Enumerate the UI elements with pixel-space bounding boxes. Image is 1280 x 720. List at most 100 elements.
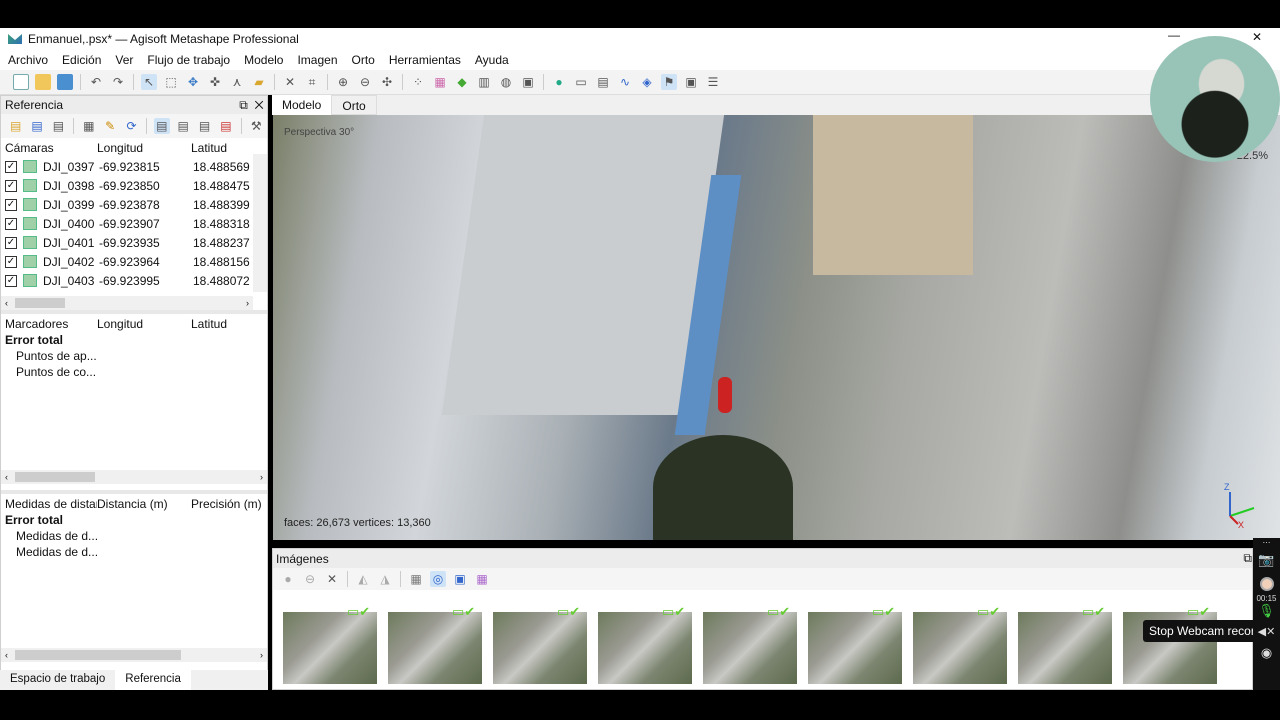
disable-icon[interactable]: ⊖ [302,571,318,587]
camera-checkbox[interactable]: ✓ [5,274,17,287]
menu-ver[interactable]: Ver [115,53,133,67]
redo-icon[interactable]: ↷ [110,74,126,90]
dense-icon[interactable]: ▦ [432,74,448,90]
tiled-icon[interactable]: ▥ [476,74,492,90]
image-thumbnail[interactable] [703,612,797,684]
image-icon[interactable]: ▤ [595,74,611,90]
camera-row[interactable]: ✓ DJI_0399 -69.923878 18.488399 [1,195,267,214]
save-icon[interactable] [57,74,73,90]
float-icon[interactable]: ⧉ [1243,551,1252,566]
globe-icon[interactable]: ● [551,74,567,90]
tab-model[interactable]: Modelo [272,95,332,115]
view-source-icon[interactable]: ▤ [154,118,170,134]
reset-view-icon[interactable]: ✣ [379,74,395,90]
vertical-scrollbar[interactable] [253,154,267,292]
delete-icon[interactable]: ✕ [282,74,298,90]
measures-item[interactable]: Medidas de d... [1,545,267,561]
camera-checkbox[interactable]: ✓ [5,160,17,173]
curve-icon[interactable]: ∿ [617,74,633,90]
view-variance-icon[interactable]: ▤ [218,118,233,134]
open-icon[interactable] [35,74,51,90]
camera-checkbox[interactable]: ✓ [5,179,17,192]
edit-icon[interactable]: ✎ [102,118,117,134]
rect-select-icon[interactable]: ⬚ [163,74,179,90]
horizontal-scrollbar[interactable]: ‹ › [1,470,267,484]
image-thumbnail[interactable] [808,612,902,684]
settings-icon[interactable]: ⚒ [249,118,264,134]
camera-row[interactable]: ✓ DJI_0403 -69.923995 18.488072 [1,271,267,290]
camera-row[interactable]: ✓ DJI_0400 -69.923907 18.488318 [1,214,267,233]
markers-control-points[interactable]: Puntos de ap... [1,349,267,365]
view-estimated-icon[interactable]: ▤ [176,118,191,134]
mask-icon[interactable]: ◍ [498,74,514,90]
menu-modelo[interactable]: Modelo [244,53,283,67]
update-icon[interactable]: ⟳ [124,118,139,134]
crop-icon[interactable]: ⌗ [304,74,320,90]
3d-viewport[interactable]: Perspectiva 30° faces: 26,673 vertices: … [273,115,1280,540]
shield-icon[interactable]: ◈ [639,74,655,90]
camera-checkbox[interactable]: ✓ [5,255,17,268]
tab-workspace[interactable]: Espacio de trabajo [0,670,115,690]
camera-checkbox[interactable]: ✓ [5,217,17,230]
shape-icon[interactable]: ▣ [520,74,536,90]
close-panel-icon[interactable]: ✕ [255,98,264,112]
close-button[interactable]: ✕ [1252,30,1262,44]
horizontal-scrollbar[interactable]: ‹ › [1,296,253,310]
menu-herramientas[interactable]: Herramientas [389,53,461,67]
image-thumbnail[interactable] [598,612,692,684]
image-thumbnail[interactable] [913,612,1007,684]
points-icon[interactable]: ⁘ [410,74,426,90]
float-icon[interactable]: ⧉ [239,98,248,112]
flag-icon[interactable]: ⚑ [661,74,677,90]
zoom-in-icon[interactable]: ⊕ [335,74,351,90]
export2-icon[interactable]: ▤ [51,118,66,134]
menu-orto[interactable]: Orto [352,53,375,67]
model-icon[interactable]: ◆ [454,74,470,90]
webcam-icon[interactable]: ◉ [1253,645,1280,665]
col-markers[interactable]: Marcadores [5,317,97,331]
tab-reference[interactable]: Referencia [115,670,191,690]
camera-row[interactable]: ✓ DJI_0397 -69.923815 18.488569 [1,157,267,176]
menu-imagen[interactable]: Imagen [297,53,337,67]
col-longitude[interactable]: Longitud [97,141,191,155]
rotate-left-icon[interactable]: ◭ [355,571,371,587]
undo-icon[interactable]: ↶ [88,74,104,90]
measures-item[interactable]: Medidas de d... [1,529,267,545]
draw-icon[interactable]: ⋏ [229,74,245,90]
image-thumbnail[interactable] [493,612,587,684]
menu-edicion[interactable]: Edición [62,53,101,67]
recorder-menu-icon[interactable]: ⋯ [1253,538,1280,552]
details-icon[interactable]: ▣ [452,571,468,587]
camera-checkbox[interactable]: ✓ [5,236,17,249]
ruler-icon[interactable]: ▰ [251,74,267,90]
markers-check-points[interactable]: Puntos de co... [1,365,267,381]
menu-flujo[interactable]: Flujo de trabajo [147,53,230,67]
screenshot-icon[interactable]: 📷 [1253,552,1280,574]
export-icon[interactable]: ▤ [29,118,44,134]
col-measures[interactable]: Medidas de distar [5,497,97,511]
col-cameras[interactable]: Cámaras [5,141,97,155]
zoom-out-icon[interactable]: ⊖ [357,74,373,90]
remove-icon[interactable]: ✕ [324,571,340,587]
import-icon[interactable]: ▤ [8,118,23,134]
col-longitude[interactable]: Longitud [97,317,191,331]
new-icon[interactable] [13,74,29,90]
speaker-muted-icon[interactable]: ◀✕ [1253,625,1280,645]
move-icon[interactable]: ✜ [207,74,223,90]
enable-icon[interactable]: ● [280,571,296,587]
image-thumbnail[interactable] [1018,612,1112,684]
layers-icon[interactable]: ☰ [705,74,721,90]
navigation-icon[interactable]: ✥ [185,74,201,90]
minimize-button[interactable]: — [1168,28,1180,42]
record-stop-icon[interactable] [1259,577,1274,591]
image-thumbnail[interactable] [388,612,482,684]
horizontal-scrollbar[interactable]: ‹ › [1,648,267,662]
camera-icon[interactable]: ▭ [573,74,589,90]
col-latitude[interactable]: Latitud [191,141,227,155]
image-thumbnail[interactable] [283,612,377,684]
col-distance[interactable]: Distancia (m) [97,497,191,511]
col-latitude[interactable]: Latitud [191,317,227,331]
camera-row[interactable]: ✓ DJI_0402 -69.923964 18.488156 [1,252,267,271]
table-icon[interactable]: ▦ [81,118,96,134]
menu-archivo[interactable]: Archivo [8,53,48,67]
